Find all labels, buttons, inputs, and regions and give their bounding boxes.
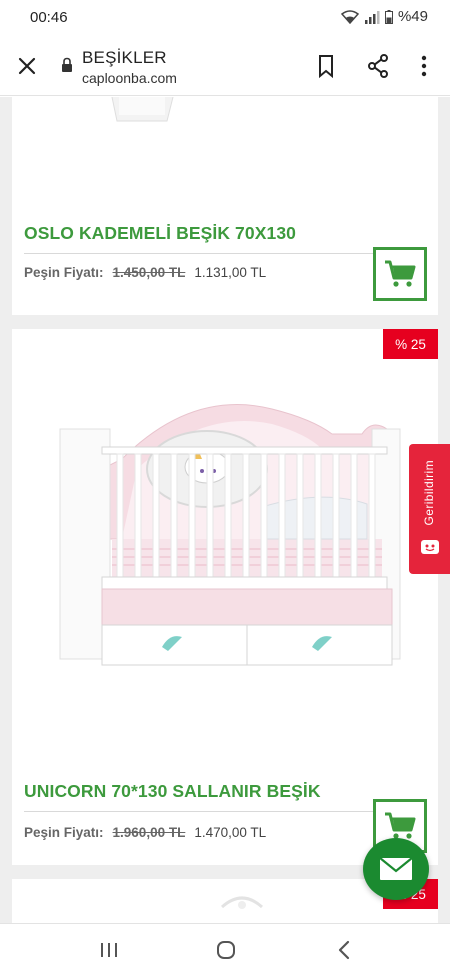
- add-to-cart-button[interactable]: [373, 247, 427, 301]
- product-image[interactable]: [182, 879, 302, 909]
- product-image[interactable]: [42, 389, 412, 679]
- more-vert-icon[interactable]: [412, 53, 436, 79]
- product-name[interactable]: UNICORN 70*130 SALLANIR BEŞİK: [24, 781, 321, 802]
- price-label: Peşin Fiyatı:: [24, 825, 104, 840]
- page-url[interactable]: caploonba.com: [82, 70, 177, 86]
- new-price: 1.470,00 TL: [194, 825, 267, 840]
- recent-apps-icon[interactable]: [99, 940, 119, 960]
- browser-toolbar: BEŞİKLER caploonba.com: [0, 36, 450, 96]
- message-button[interactable]: [363, 838, 429, 900]
- price-label: Peşin Fiyatı:: [24, 265, 104, 280]
- price-row: Peşin Fiyatı: 1.450,00 TL 1.131,00 TL: [24, 265, 266, 280]
- close-icon[interactable]: [14, 53, 40, 79]
- status-bar: 00:46 %49: [0, 0, 450, 36]
- cart-icon: [385, 812, 416, 839]
- feedback-icon: [421, 540, 439, 554]
- status-indicators: %49: [340, 8, 428, 25]
- new-price: 1.131,00 TL: [194, 265, 267, 280]
- old-price: 1.960,00 TL: [112, 825, 186, 840]
- lock-icon: [62, 57, 72, 72]
- signal-icon: [364, 10, 380, 24]
- product-card[interactable]: % 25: [12, 329, 438, 865]
- battery-icon: [384, 9, 393, 24]
- share-icon[interactable]: [366, 53, 390, 79]
- status-time: 00:46: [30, 9, 68, 26]
- divider: [24, 253, 374, 254]
- product-image[interactable]: [107, 97, 177, 127]
- divider: [24, 811, 374, 812]
- system-nav-bar: [0, 923, 450, 975]
- product-list: OSLO KADEMELİ BEŞİK 70X130 Peşin Fiyatı:…: [0, 97, 450, 923]
- feedback-tab[interactable]: Geribildirim: [409, 444, 450, 574]
- price-row: Peşin Fiyatı: 1.960,00 TL 1.470,00 TL: [24, 825, 266, 840]
- discount-badge: % 25: [383, 329, 438, 359]
- home-icon[interactable]: [215, 939, 237, 961]
- feedback-label: Geribildirim: [422, 460, 436, 526]
- page-title: BEŞİKLER: [82, 48, 167, 67]
- battery-percent: %49: [397, 8, 428, 25]
- product-name[interactable]: OSLO KADEMELİ BEŞİK 70X130: [24, 223, 296, 244]
- back-icon[interactable]: [334, 939, 354, 961]
- bookmark-icon[interactable]: [314, 53, 338, 79]
- cart-icon: [385, 260, 416, 287]
- envelope-icon: [379, 857, 413, 880]
- old-price: 1.450,00 TL: [112, 265, 186, 280]
- wifi-icon: [340, 9, 359, 24]
- product-card[interactable]: OSLO KADEMELİ BEŞİK 70X130 Peşin Fiyatı:…: [12, 97, 438, 315]
